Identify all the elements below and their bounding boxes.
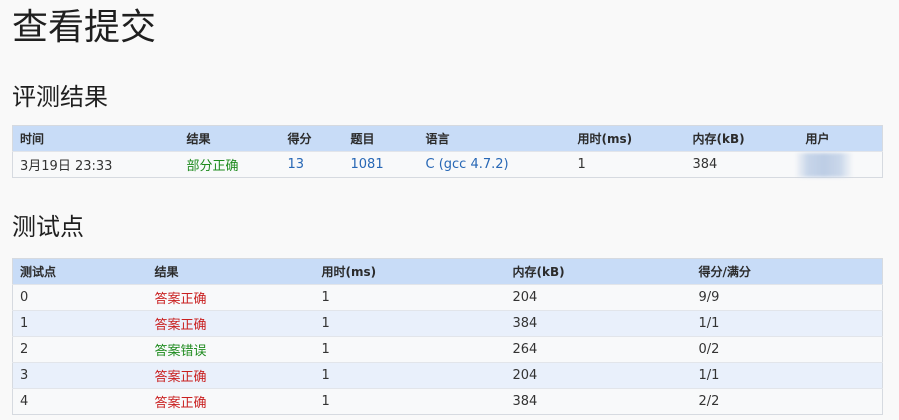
result-section-heading: 评测结果 [12, 83, 108, 111]
case-memory: 204 [505, 362, 692, 389]
testcase-table-header: 测试点 结果 用时(ms) 内存(kB) 得分/满分 [12, 258, 883, 285]
case-memory: 264 [505, 336, 692, 363]
submission-row: 3月19日 23:33 部分正确 13 1081 C (gcc 4.7.2) 1… [12, 151, 883, 178]
case-id: 2 [12, 336, 148, 363]
case-result: 答案正确 [147, 284, 315, 311]
memory-kb: 384 [685, 151, 799, 178]
time-ms: 1 [570, 151, 686, 178]
column-header-problem: 题目 [350, 132, 375, 146]
column-header-time: 时间 [20, 132, 45, 146]
case-memory: 384 [505, 310, 692, 337]
case-result: 答案正确 [147, 362, 315, 389]
case-id: 1 [12, 310, 148, 337]
case-result: 答案错误 [147, 336, 315, 363]
case-score: 9/9 [691, 284, 883, 311]
case-score: 1/1 [691, 310, 883, 337]
result-table-header: 时间 结果 得分 题目 语言 用时(ms) 内存(kB) 用户 [12, 125, 883, 152]
page-title: 查看提交 [12, 7, 157, 48]
case-time: 1 [314, 310, 506, 337]
column-header-time-ms: 用时(ms) [577, 132, 633, 146]
case-time: 1 [314, 388, 506, 415]
column-header-user: 用户 [805, 132, 830, 146]
language-cell: C (gcc 4.7.2) [418, 151, 571, 178]
score-link[interactable]: 13 [288, 157, 305, 172]
score-cell: 13 [280, 151, 344, 178]
case-time: 1 [314, 362, 506, 389]
column-header-score: 得分 [287, 132, 312, 146]
testcase-row: 3 答案正确 1 204 1/1 [12, 362, 883, 389]
case-score: 1/1 [691, 362, 883, 389]
case-score: 0/2 [691, 336, 883, 363]
user-cell [794, 151, 883, 178]
problem-cell: 1081 [343, 151, 419, 178]
case-id: 0 [12, 284, 148, 311]
case-result: 答案正确 [147, 310, 315, 337]
case-memory: 204 [505, 284, 692, 311]
testcase-row: 2 答案错误 1 264 0/2 [12, 336, 883, 363]
problem-link[interactable]: 1081 [351, 157, 384, 172]
testcase-row: 0 答案正确 1 204 9/9 [12, 284, 883, 311]
testcase-row: 4 答案正确 1 384 2/2 [12, 388, 883, 415]
user-link-blurred[interactable] [794, 152, 853, 177]
case-result: 答案正确 [147, 388, 315, 415]
column-header-case-memory: 内存(kB) [512, 265, 565, 279]
column-header-case: 测试点 [20, 265, 57, 279]
submit-time: 3月19日 23:33 [12, 151, 180, 178]
case-time: 1 [314, 284, 506, 311]
submission-result: 部分正确 [179, 151, 281, 178]
column-header-language: 语言 [425, 132, 450, 146]
case-id: 3 [12, 362, 148, 389]
case-score: 2/2 [691, 388, 883, 415]
column-header-result: 结果 [186, 132, 211, 146]
testcase-table: 测试点 结果 用时(ms) 内存(kB) 得分/满分 0 答案正确 1 204 … [12, 258, 883, 415]
column-header-memory: 内存(kB) [692, 132, 745, 146]
column-header-case-time: 用时(ms) [321, 265, 377, 279]
result-table: 时间 结果 得分 题目 语言 用时(ms) 内存(kB) 用户 3月19日 23… [12, 125, 883, 178]
language-link[interactable]: C (gcc 4.7.2) [426, 157, 509, 172]
column-header-case-score: 得分/满分 [698, 265, 751, 279]
case-id: 4 [12, 388, 148, 415]
column-header-case-result: 结果 [154, 265, 179, 279]
case-memory: 384 [505, 388, 692, 415]
testcase-section-heading: 测试点 [12, 213, 84, 241]
case-time: 1 [314, 336, 506, 363]
testcase-row: 1 答案正确 1 384 1/1 [12, 310, 883, 337]
